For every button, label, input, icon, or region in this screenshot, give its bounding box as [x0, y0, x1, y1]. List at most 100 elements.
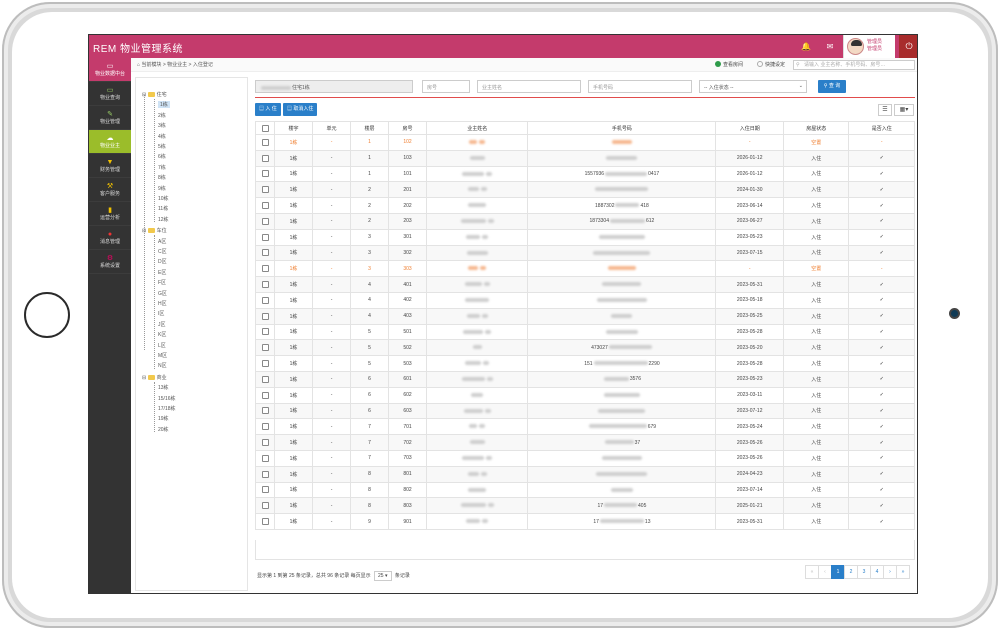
- columns-icon[interactable]: ▦▾: [894, 104, 914, 116]
- legend-checked[interactable]: 查看房间: [715, 61, 743, 68]
- sidebar-item-5[interactable]: ▮ 运营分析: [89, 202, 131, 226]
- tree-node[interactable]: G区: [158, 290, 167, 297]
- query-button[interactable]: ⚲ 查 询: [818, 80, 846, 93]
- table-row[interactable]: 1栋 -5 503 151 2290 2023-05-28 入住 ✓: [255, 355, 915, 372]
- table-row[interactable]: 1栋 -1 101 1557936 0417 2026-01-12 入住 ✓: [255, 165, 915, 183]
- select-all-checkbox[interactable]: [261, 124, 269, 132]
- tree-node[interactable]: 15/16栋: [158, 395, 176, 402]
- tree-node[interactable]: K区: [158, 331, 166, 338]
- column-header[interactable]: 单元: [312, 121, 352, 135]
- table-row[interactable]: 1栋 -8 801 2024-04-23 入住 ✓: [255, 465, 915, 483]
- table-row[interactable]: 1栋 -2 203 1873304 612 2023-06-27 入住 ✓: [255, 212, 915, 230]
- mail-icon[interactable]: ✉: [819, 35, 841, 58]
- table-row[interactable]: 1栋 -8 802 2023-07-14 入住 ✓: [255, 481, 915, 499]
- page-button[interactable]: »: [896, 565, 910, 579]
- column-header[interactable]: 房号: [388, 121, 428, 135]
- row-checkbox[interactable]: [261, 407, 269, 415]
- table-row[interactable]: 1栋 -1 103 2026-01-12 入住 ✓: [255, 149, 915, 167]
- collapse-toggle-icon[interactable]: ⊟: [142, 92, 148, 98]
- sidebar-item-7[interactable]: ⚙ 系统设置: [89, 250, 131, 274]
- table-row[interactable]: 1栋 -4 401 2023-05-31 入住 ✓: [255, 276, 915, 293]
- row-checkbox[interactable]: [261, 328, 269, 336]
- tree-node[interactable]: 6栋: [158, 153, 166, 160]
- sidebar-home[interactable]: ▭ 物业数据中台: [89, 58, 131, 82]
- tree-group[interactable]: ⊟ 商业: [142, 374, 167, 381]
- tree-node[interactable]: 9栋: [158, 185, 166, 192]
- page-button[interactable]: «: [805, 565, 819, 579]
- row-checkbox[interactable]: [261, 202, 269, 210]
- table-row[interactable]: 1栋 -3 301 2023-05-23 入住 ✓: [255, 228, 915, 246]
- row-checkbox[interactable]: [261, 470, 269, 478]
- row-checkbox[interactable]: [261, 233, 269, 241]
- row-checkbox[interactable]: [261, 249, 269, 257]
- table-row[interactable]: 1栋 -5 501 2023-05-28 入住 ✓: [255, 323, 915, 341]
- column-header[interactable]: 入住日期: [715, 121, 784, 135]
- table-row[interactable]: 1栋 -3 302 2023-07-15 入住 ✓: [255, 244, 915, 262]
- page-button[interactable]: 3: [857, 565, 871, 579]
- row-checkbox[interactable]: [261, 391, 269, 399]
- page-button[interactable]: ‹: [818, 565, 832, 579]
- tree-node[interactable]: H区: [158, 300, 167, 307]
- tree-node[interactable]: J区: [158, 321, 166, 328]
- row-checkbox[interactable]: [261, 375, 269, 383]
- table-row[interactable]: 1栋 -9 901 17 13 2023-05-31 入住 ✓: [255, 513, 915, 530]
- table-row[interactable]: 1栋 -3 303- 空置 -: [255, 260, 915, 278]
- table-row[interactable]: 1栋 -4 403 2023-05-25 入住 ✓: [255, 307, 915, 325]
- tree-node[interactable]: 11栋: [158, 205, 168, 212]
- page-button[interactable]: ›: [883, 565, 897, 579]
- tree-node[interactable]: I区: [158, 310, 164, 317]
- table-row[interactable]: 1栋 -6 602 2023-03-11 入住 ✓: [255, 386, 915, 404]
- breadcrumb-home[interactable]: 当前模块: [141, 62, 161, 68]
- bell-icon[interactable]: 🔔: [795, 35, 817, 58]
- row-checkbox[interactable]: [261, 296, 269, 304]
- legend-pending[interactable]: 快捷设定: [757, 61, 785, 68]
- row-checkbox[interactable]: [261, 454, 269, 462]
- row-checkbox[interactable]: [261, 281, 269, 289]
- power-icon[interactable]: ⏻: [899, 35, 917, 58]
- tree-node[interactable]: 19栋: [158, 415, 169, 422]
- row-checkbox[interactable]: [261, 265, 269, 273]
- building-field[interactable]: 住宅1栋: [255, 80, 413, 93]
- status-select[interactable]: -- 入住状态 -- ⌄: [699, 80, 807, 93]
- sidebar-item-4[interactable]: ⚒ 客户服务: [89, 178, 131, 202]
- table-row[interactable]: 1栋 -8 803 17 405 2025-01-21 入住 ✓: [255, 497, 915, 515]
- page-button[interactable]: 1: [831, 565, 845, 579]
- row-checkbox[interactable]: [261, 138, 269, 146]
- tree-node[interactable]: 20栋: [158, 426, 169, 433]
- table-row[interactable]: 1栋 -4 402 2023-05-18 入住 ✓: [255, 291, 915, 309]
- row-checkbox[interactable]: [261, 502, 269, 510]
- row-checkbox[interactable]: [261, 423, 269, 431]
- row-checkbox[interactable]: [261, 170, 269, 178]
- row-checkbox[interactable]: [261, 217, 269, 225]
- sidebar-item-0[interactable]: ▭ 物业查询: [89, 82, 131, 106]
- checkin-button[interactable]: ▤ 入 住: [255, 103, 281, 116]
- tree-node[interactable]: 7栋: [158, 164, 166, 171]
- table-row[interactable]: 1栋 -2 201 2024-01-30 入住 ✓: [255, 181, 915, 199]
- top-search-input[interactable]: ⚲ 请输入 业主名称、手机号码、房号…: [793, 60, 915, 70]
- table-row[interactable]: 1栋 -7 702 37 2023-05-26 入住 ✓: [255, 434, 915, 451]
- table-row[interactable]: 1栋 -6 601 3576 2023-05-23 入住 ✓: [255, 370, 915, 388]
- tree-node[interactable]: M区: [158, 352, 167, 359]
- table-row[interactable]: 1栋 -1 102- 空置 -: [255, 134, 915, 151]
- tree-node[interactable]: 4栋: [158, 133, 166, 140]
- tree-node[interactable]: C区: [158, 248, 167, 255]
- row-checkbox[interactable]: [261, 186, 269, 194]
- collapse-toggle-icon[interactable]: ⊟: [142, 375, 148, 381]
- column-header[interactable]: 手机号码: [527, 121, 717, 135]
- user-menu[interactable]: 管理员 管理员: [843, 35, 895, 58]
- tree-node[interactable]: F区: [158, 279, 166, 286]
- tree-node[interactable]: 17/18栋: [158, 405, 176, 412]
- table-row[interactable]: 1栋 -5 502 473027 2023-05-20 入住 ✓: [255, 339, 915, 357]
- sidebar-item-2[interactable]: ☁ 物业业主: [89, 130, 131, 154]
- row-checkbox[interactable]: [261, 486, 269, 494]
- tree-node[interactable]: L区: [158, 342, 166, 349]
- row-checkbox[interactable]: [261, 344, 269, 352]
- tree-node[interactable]: A区: [158, 238, 166, 245]
- tree-group[interactable]: ⊟ 住宅: [142, 91, 167, 98]
- row-checkbox[interactable]: [261, 360, 269, 368]
- page-button[interactable]: 4: [870, 565, 884, 579]
- column-header[interactable]: 房屋状态: [782, 121, 850, 135]
- table-row[interactable]: 1栋 -2 202 1887302 418 2023-06-14 入住 ✓: [255, 197, 915, 214]
- collapse-toggle-icon[interactable]: ⊟: [142, 228, 148, 234]
- row-checkbox[interactable]: [261, 518, 269, 526]
